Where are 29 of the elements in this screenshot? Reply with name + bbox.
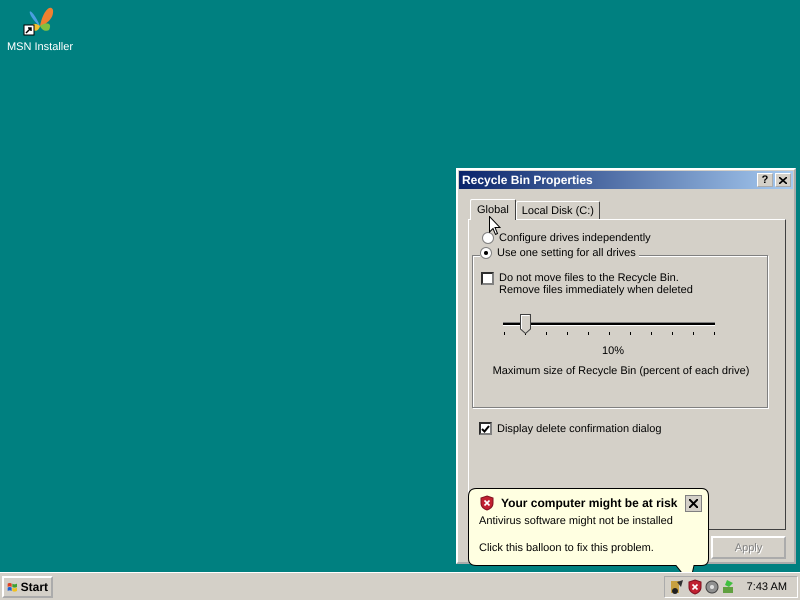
checkbox-label: Display delete confirmation dialog xyxy=(497,422,662,434)
desktop-shortcut[interactable]: MSN Installer xyxy=(4,2,76,53)
slider-value: 10% xyxy=(602,345,624,357)
radio-button[interactable] xyxy=(482,232,494,244)
disc-icon[interactable] xyxy=(705,580,719,594)
checkbox[interactable] xyxy=(481,272,494,285)
slider-thumb[interactable] xyxy=(520,314,531,334)
balloon-message: Antivirus software might not be installed xyxy=(479,515,674,527)
size-slider[interactable] xyxy=(503,314,715,336)
radio-button[interactable] xyxy=(480,247,492,259)
check-mark-icon xyxy=(481,424,490,432)
balloon-title: Your computer might be at risk xyxy=(501,496,678,510)
help-button[interactable]: ? xyxy=(757,173,773,187)
start-button[interactable]: Start xyxy=(2,576,53,598)
radio-label: Use one setting for all drives xyxy=(497,247,636,259)
tab[interactable]: Local Disk (C:) xyxy=(516,201,600,219)
close-icon xyxy=(779,176,787,184)
close-button[interactable] xyxy=(685,494,702,512)
mouse-pointer-icon xyxy=(489,216,501,236)
shield-icon xyxy=(687,578,703,594)
checkbox[interactable] xyxy=(479,422,492,435)
clock: 7:43 AM xyxy=(746,580,788,592)
radio-label: Configure drives independently xyxy=(499,232,651,244)
window-title: Recycle Bin Properties xyxy=(462,173,594,187)
close-icon xyxy=(689,498,698,508)
slider-caption: Maximum size of Recycle Bin (percent of each drive) xyxy=(492,365,750,377)
checkbox-label: Do not move files to the Recycle Bin. Remove files immediately when deleted xyxy=(499,272,693,296)
balloon-message: Click this balloon to fix this problem. xyxy=(479,542,655,554)
tab[interactable]: Global xyxy=(470,199,516,220)
